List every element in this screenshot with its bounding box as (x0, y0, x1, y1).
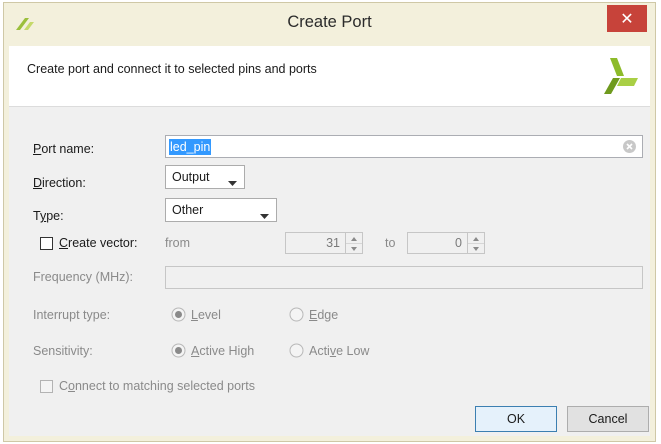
interrupt-level-radio[interactable] (171, 307, 186, 322)
type-value: Other (172, 203, 204, 217)
interrupt-type-label: Interrupt type: (33, 308, 111, 322)
to-value: 0 (455, 236, 462, 250)
sensitivity-label: Sensitivity: (33, 344, 93, 358)
type-label: Type: (33, 209, 64, 223)
create-vector-label: Create vector: (59, 236, 138, 250)
direction-value: Output (172, 170, 210, 184)
port-name-input[interactable]: led_pin (165, 135, 643, 158)
close-icon: ✕ (620, 9, 634, 28)
dialog-description: Create port and connect it to selected p… (27, 62, 317, 76)
type-dropdown[interactable]: Other (165, 198, 277, 222)
dialog-body: Create port and connect it to selected p… (9, 46, 650, 436)
clear-icon[interactable] (622, 139, 637, 157)
dialog-header: Create port and connect it to selected p… (9, 46, 650, 107)
ok-button[interactable]: OK (475, 406, 557, 432)
interrupt-edge-radio[interactable] (289, 307, 304, 322)
sensitivity-active-high-label: Active High (191, 344, 255, 358)
to-spin-buttons (467, 233, 484, 253)
sensitivity-active-low-radio[interactable] (289, 343, 304, 358)
connect-matching-checkbox[interactable] (40, 380, 53, 393)
sensitivity-active-low-label: Active Low (309, 344, 370, 358)
frequency-label: Frequency (MHz): (33, 270, 134, 284)
create-vector-checkbox[interactable] (40, 237, 53, 250)
interrupt-level-label: Level (191, 308, 221, 322)
from-label: from (165, 236, 190, 250)
from-spinner[interactable]: 31 (285, 232, 363, 254)
direction-label: Direction: (33, 176, 86, 190)
connect-matching-label: Connect to matching selected ports (59, 379, 255, 393)
interrupt-edge-label: Edge (309, 308, 339, 322)
cancel-button[interactable]: Cancel (567, 406, 649, 432)
vendor-logo-icon (604, 58, 638, 97)
chevron-down-icon (228, 175, 237, 189)
create-port-dialog: Create Port ✕ Create port and connect it… (3, 2, 656, 442)
port-name-label: Port name: (33, 142, 95, 156)
close-button[interactable]: ✕ (607, 5, 647, 32)
frequency-input[interactable] (165, 266, 643, 289)
to-label: to (385, 236, 396, 250)
dialog-title: Create Port (287, 13, 372, 31)
chevron-down-icon (260, 208, 269, 222)
title-bar[interactable]: Create Port ✕ (4, 3, 655, 46)
from-spin-buttons (345, 233, 362, 253)
sensitivity-active-high-radio[interactable] (171, 343, 186, 358)
spin-down-icon[interactable] (468, 243, 484, 253)
from-value: 31 (326, 236, 340, 250)
direction-dropdown[interactable]: Output (165, 165, 245, 189)
to-spinner[interactable]: 0 (407, 232, 485, 254)
port-name-value: led_pin (169, 139, 212, 155)
spin-down-icon[interactable] (346, 243, 362, 253)
